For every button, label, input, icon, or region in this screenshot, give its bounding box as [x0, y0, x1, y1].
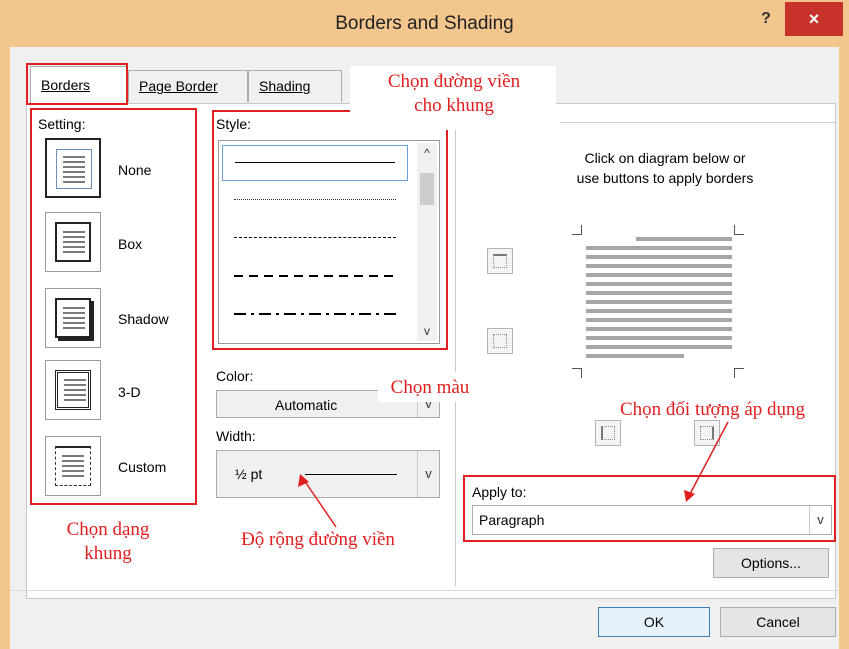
annotation-setting-line2: khung	[84, 543, 132, 564]
preview-line	[586, 282, 732, 286]
corner-mark	[572, 368, 582, 378]
column-separator	[455, 104, 456, 586]
annotation-setting-line1: Chọn dạng	[66, 519, 150, 540]
preview-line	[586, 354, 684, 358]
preview-instruction-line1: Click on diagram below or	[584, 150, 746, 166]
corner-mark	[572, 225, 582, 235]
color-label: Color:	[216, 368, 254, 384]
preview-line	[586, 246, 732, 250]
tab-page-border[interactable]: Page Border	[128, 70, 248, 102]
highlight-style-group	[212, 110, 448, 350]
preview-line	[586, 264, 732, 268]
top-border-icon	[493, 254, 507, 268]
cancel-button[interactable]: Cancel	[720, 607, 836, 637]
preview-instruction-line2: use buttons to apply borders	[576, 170, 754, 186]
inside-horizontal-border-button[interactable]	[487, 328, 513, 354]
preview-group-line	[560, 122, 835, 123]
options-button[interactable]: Options...	[713, 548, 829, 578]
preview-line	[586, 318, 732, 322]
preview-line	[586, 273, 732, 277]
right-border-icon	[700, 426, 714, 440]
left-border-icon	[601, 426, 615, 440]
preview-line	[636, 237, 732, 241]
top-border-button[interactable]	[487, 248, 513, 274]
corner-mark	[734, 368, 744, 378]
width-sample-line	[305, 474, 397, 475]
window-frame-left	[0, 47, 10, 649]
right-border-button[interactable]	[694, 420, 720, 446]
left-border-button[interactable]	[595, 420, 621, 446]
annotation-style-note: Chọn đường viền cho khung	[354, 70, 554, 118]
inside-horizontal-border-icon	[493, 334, 507, 348]
window-title: Borders and Shading	[335, 13, 514, 34]
preview-instructions: Click on diagram below or use buttons to…	[520, 148, 810, 188]
window-frame-right	[839, 47, 849, 649]
annotation-setting-note: Chọn dạng khung	[38, 518, 178, 566]
width-dropdown[interactable]: ½ pt v	[216, 450, 440, 498]
tab-shading[interactable]: Shading	[248, 70, 342, 102]
close-button[interactable]: ×	[785, 2, 843, 36]
annotation-style-line1: Chọn đường viền	[387, 71, 521, 92]
width-label: Width:	[216, 428, 256, 444]
highlight-apply-to-group	[463, 475, 836, 542]
preview-line	[586, 300, 732, 304]
annotation-apply-note: Chọn đối tượng áp dụng	[620, 399, 806, 420]
help-button[interactable]: ?	[752, 6, 780, 32]
annotation-color-note: Chọn màu	[390, 377, 470, 398]
annotation-style-line2: cho khung	[414, 95, 494, 116]
preview-line	[586, 255, 732, 259]
annotation-width-note: Độ rộng đường viền	[241, 529, 395, 550]
highlight-borders-tab	[26, 63, 128, 105]
tab-shading-label: Shading	[259, 78, 311, 94]
width-value: ½ pt	[235, 466, 263, 482]
corner-mark	[734, 225, 744, 235]
color-value: Automatic	[275, 397, 338, 413]
ok-button[interactable]: OK	[598, 607, 710, 637]
tab-page-border-label: Page Border	[139, 78, 218, 94]
preview-line	[586, 291, 732, 295]
preview-line	[586, 336, 732, 340]
chevron-down-icon: v	[417, 451, 439, 497]
footer-separator	[10, 590, 839, 591]
highlight-setting-group	[30, 108, 197, 505]
preview-line	[586, 345, 732, 349]
preview-line	[586, 327, 732, 331]
preview-line	[586, 309, 732, 313]
